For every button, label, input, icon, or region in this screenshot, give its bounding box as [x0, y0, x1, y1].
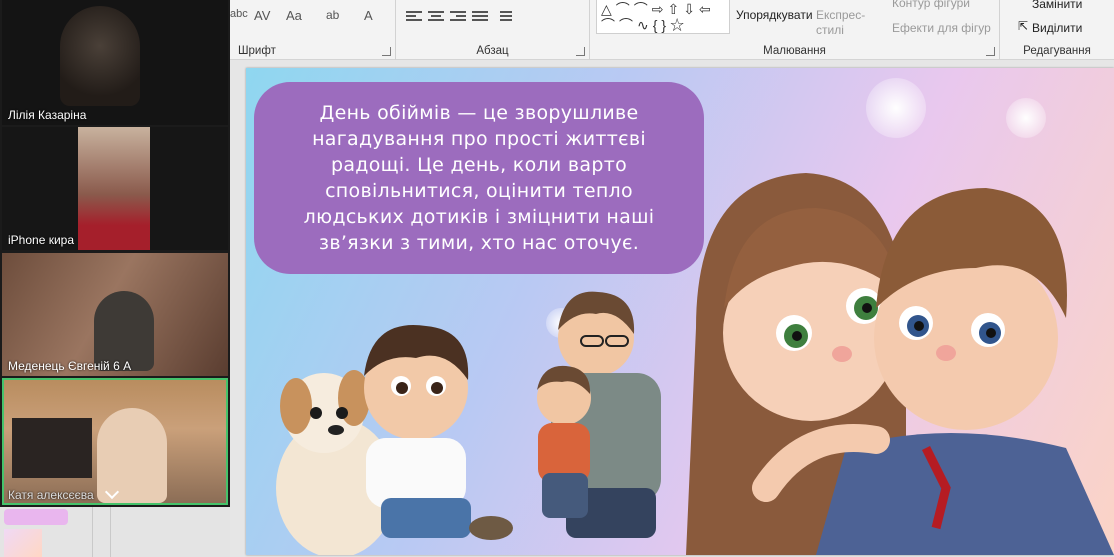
quick-styles-button[interactable]: Експрес- стилі	[816, 8, 865, 38]
editing-group-label: Редагування	[1023, 45, 1091, 57]
divider	[110, 507, 111, 557]
columns-icon[interactable]	[500, 11, 516, 23]
drawing-group-label: Малювання	[763, 45, 826, 57]
drawing-group: △⌒⌒⇨⇧⇩⇦ ⌒⌒∿{}☆ Упорядкувати Експрес- сти…	[590, 0, 1000, 60]
zoom-screen-share: { "ribbon": { "font_group_label": "Шрифт…	[0, 0, 1114, 557]
align-left-icon[interactable]	[406, 11, 422, 23]
font-dialog-launcher[interactable]	[382, 47, 391, 56]
divider	[92, 507, 93, 557]
editing-group: Замінити ⇱ Виділити Редагування	[1000, 0, 1114, 60]
slide-canvas[interactable]: День обіймів — це зворушливе нагадування…	[246, 68, 1114, 555]
font-group-label: Шрифт	[238, 45, 276, 57]
slide-editor: День обіймів — це зворушливе нагадування…	[230, 60, 1114, 557]
align-right-icon[interactable]	[450, 11, 466, 23]
arrange-button[interactable]: Упорядкувати	[736, 8, 813, 22]
slide-thumbnail[interactable]	[4, 509, 68, 525]
video-participants-panel: Лілія Казаріна iPhone кира Меденець Євге…	[0, 0, 230, 507]
drawing-dialog-launcher[interactable]	[986, 47, 995, 56]
illustration-hugging-children	[686, 173, 1114, 555]
paragraph-group-label: Абзац	[476, 45, 509, 57]
paragraph-group: Абзац	[396, 0, 590, 60]
shape-effects-button[interactable]: Ефекти для фігур	[892, 21, 991, 35]
character-spacing-button[interactable]: AV	[254, 8, 270, 23]
cursor-icon: ⇱	[1018, 19, 1029, 33]
slide-thumbnail[interactable]	[4, 529, 42, 557]
font-group: abc AV Aa ab A Шрифт	[230, 0, 396, 60]
participant-name: Меденець Євгеній 6 А	[8, 359, 132, 373]
participant-tile[interactable]: Лілія Казаріна	[2, 0, 228, 125]
shapes-row-2: ⌒⌒∿{}☆	[601, 17, 689, 33]
participant-video	[60, 6, 140, 106]
shapes-gallery[interactable]: △⌒⌒⇨⇧⇩⇦ ⌒⌒∿{}☆	[596, 0, 730, 34]
ribbon: abc AV Aa ab A Шрифт Абзац △⌒⌒⇨⇧⇩⇦ ⌒⌒∿{}…	[230, 0, 1114, 60]
slide-thumbnails	[0, 507, 230, 557]
change-case-button[interactable]: Aa	[286, 8, 302, 23]
highlight-button[interactable]: ab	[326, 8, 339, 22]
select-button[interactable]: Виділити	[1032, 21, 1082, 35]
participant-name: iPhone кира	[8, 233, 74, 247]
participant-tile[interactable]: Меденець Євгеній 6 А	[2, 253, 228, 376]
font-color-button[interactable]: A	[364, 8, 373, 23]
participant-video	[12, 418, 92, 478]
replace-button[interactable]: Замінити	[1032, 0, 1082, 11]
participant-name: Лілія Казаріна	[8, 108, 87, 122]
paragraph-dialog-launcher[interactable]	[576, 47, 585, 56]
participant-name: Катя алексєєва	[8, 488, 94, 502]
participant-tile-active[interactable]: Катя алексєєва	[2, 378, 228, 505]
participant-video	[78, 127, 150, 250]
clear-formatting-button[interactable]: abc	[230, 8, 248, 20]
participant-tile[interactable]: iPhone кира	[2, 127, 228, 250]
shapes-row-1: △⌒⌒⇨⇧⇩⇦	[601, 1, 715, 17]
justify-icon[interactable]	[472, 11, 488, 23]
align-center-icon[interactable]	[428, 11, 444, 23]
shape-outline-button[interactable]: Контур фігури	[892, 0, 970, 10]
